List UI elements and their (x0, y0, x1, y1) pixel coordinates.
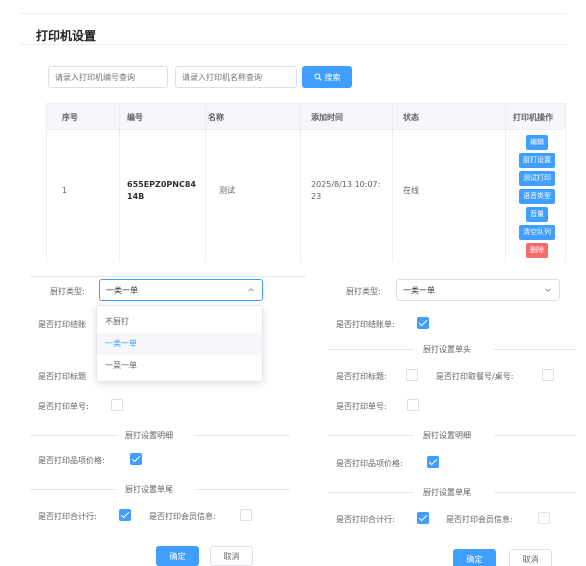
right-print-item-price-label: 是否打印品项价格: (336, 459, 403, 468)
left-cancel-button[interactable]: 取消 (210, 546, 253, 566)
cell-name: 测试 (219, 186, 235, 195)
right-print-pickup-checkbox[interactable] (542, 369, 554, 381)
cell-code-line1: 655EPZ0PNC84 (127, 180, 196, 189)
cell-time-line1: 2025/8/13 10:07: (311, 180, 381, 189)
section-line (30, 435, 116, 436)
chevron-up-icon (248, 288, 254, 292)
right-print-checkout-checkbox[interactable] (417, 317, 429, 329)
printer-name-search-input[interactable] (175, 66, 297, 88)
col-header-code: 编号 (127, 113, 143, 122)
right-print-total-label: 是否打印合计行: (336, 515, 395, 524)
left-detail-section-title: 厨打设置明细 (125, 431, 173, 440)
chevron-down-icon (545, 288, 551, 292)
kitchen-settings-button[interactable]: 厨打设置 (519, 153, 555, 168)
section-line (196, 489, 290, 490)
section-line (30, 489, 116, 490)
page-title: 打印机设置 (36, 29, 97, 43)
table-row: 1 655EPZ0PNC84 14B 测试 2025/8/13 10:07: 2… (47, 131, 565, 263)
left-print-member-checkbox[interactable] (240, 509, 252, 521)
dropdown-option-one-category-one-ticket[interactable]: 一类一单 (97, 333, 262, 355)
section-line (196, 435, 290, 436)
dropdown-option-one-dish-one-ticket[interactable]: 一菜一单 (97, 355, 262, 377)
section-line (328, 435, 414, 436)
right-print-order-no-label: 是否打印单号: (336, 402, 387, 411)
left-footer-section-title: 厨打设置单尾 (125, 485, 173, 494)
left-print-order-no-label: 是否打印单号: (38, 402, 89, 411)
right-print-member-checkbox[interactable] (538, 512, 550, 524)
right-print-pickup-label: 是否打印取餐号/桌号: (436, 372, 514, 381)
right-print-order-no-checkbox[interactable] (407, 399, 419, 411)
right-kitchen-type-value: 一类一单 (403, 285, 435, 295)
left-print-total-label: 是否打印合计行: (38, 512, 97, 521)
printer-code-search-input[interactable] (48, 66, 168, 88)
left-kitchen-type-select[interactable]: 一类一单 (99, 279, 263, 301)
right-kitchen-type-select[interactable]: 一类一单 (396, 279, 560, 301)
left-print-item-price-checkbox[interactable] (130, 453, 142, 465)
section-line (494, 349, 576, 350)
right-print-member-label: 是否打印会员信息: (446, 515, 513, 524)
col-header-status: 状态 (403, 113, 419, 122)
left-print-item-price-label: 是否打印品项价格: (38, 456, 105, 465)
left-kitchen-type-label: 厨打类型: (50, 287, 85, 296)
right-confirm-button[interactable]: 确定 (453, 549, 496, 566)
edit-button[interactable]: 编辑 (526, 135, 548, 150)
right-print-title-label: 是否打印标题: (336, 372, 387, 381)
cell-added-time: 2025/8/13 10:07: 23 (311, 179, 380, 203)
right-print-title-checkbox[interactable] (406, 369, 418, 381)
printer-ops: 编辑 厨打设置 测试打印 语音类型 音量 清空队列 删除 (508, 135, 566, 258)
right-header-section-title: 厨打设置单头 (423, 345, 471, 354)
kitchen-type-dropdown: 不厨打 一类一单 一菜一单 (96, 305, 263, 382)
section-line (494, 492, 576, 493)
right-print-checkout-label: 是否打印结账单: (336, 320, 395, 329)
search-button[interactable]: 搜索 (302, 66, 352, 88)
left-confirm-button[interactable]: 确定 (156, 546, 199, 566)
col-header-name: 名称 (208, 113, 224, 122)
col-header-added-time: 添加时间 (311, 113, 343, 122)
left-print-member-label: 是否打印会员信息: (149, 512, 216, 521)
col-header-index: 序号 (62, 113, 78, 122)
left-print-order-no-checkbox[interactable] (111, 399, 123, 411)
printer-table: 序号 编号 名称 添加时间 状态 打印机操作 1 655EPZ0PNC84 14… (46, 103, 566, 262)
left-kitchen-type-value: 一类一单 (106, 285, 138, 295)
left-print-checkout-label: 是否打印结账 (38, 320, 86, 329)
cell-code-line2: 14B (127, 192, 145, 201)
col-header-ops: 打印机操作 (513, 113, 553, 122)
title-divider (20, 44, 566, 45)
right-print-item-price-checkbox[interactable] (427, 456, 439, 468)
right-footer-section-title: 厨打设置单尾 (423, 488, 471, 497)
cell-time-line2: 23 (311, 192, 322, 201)
search-button-label: 搜索 (324, 72, 341, 82)
cell-code: 655EPZ0PNC84 14B (127, 179, 196, 203)
clear-queue-button[interactable]: 清空队列 (519, 225, 555, 240)
right-kitchen-type-label: 厨打类型: (346, 287, 381, 296)
left-print-title-label: 是否打印标题 (38, 372, 86, 381)
dropdown-option-no-kitchen[interactable]: 不厨打 (97, 311, 262, 333)
voice-type-button[interactable]: 语音类型 (519, 189, 555, 204)
top-divider (20, 13, 566, 14)
test-print-button[interactable]: 测试打印 (519, 171, 555, 186)
left-print-total-checkbox[interactable] (119, 509, 131, 521)
right-cancel-button[interactable]: 取消 (509, 549, 552, 566)
section-line (328, 492, 414, 493)
cell-index: 1 (62, 186, 68, 195)
panel-divider (30, 276, 306, 277)
right-print-total-checkbox[interactable] (417, 512, 429, 524)
section-line (328, 349, 414, 350)
delete-button[interactable]: 删除 (526, 243, 548, 258)
table-header: 序号 编号 名称 添加时间 状态 打印机操作 (47, 104, 565, 130)
right-detail-section-title: 厨打设置明细 (423, 431, 471, 440)
search-icon (313, 73, 322, 81)
volume-button[interactable]: 音量 (526, 207, 548, 222)
section-line (494, 435, 576, 436)
cell-status: 在线 (403, 186, 419, 195)
